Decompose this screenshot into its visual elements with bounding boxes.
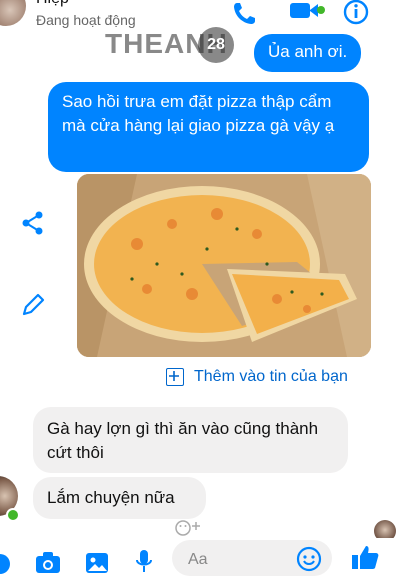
add-to-story-button[interactable]: Thêm vào tin của bạn xyxy=(166,368,348,386)
contact-name[interactable]: Hiệp xyxy=(36,0,69,8)
plus-icon xyxy=(166,368,184,386)
more-icon[interactable] xyxy=(0,548,12,581)
sent-message[interactable]: Ủa anh ơi. xyxy=(254,34,362,72)
gallery-icon[interactable] xyxy=(84,550,110,579)
received-message[interactable]: Gà hay lợn gì thì ăn vào cũng thành cứt … xyxy=(33,407,348,473)
received-message[interactable]: Lắm chuyện nữa xyxy=(33,477,206,519)
phone-icon[interactable] xyxy=(230,0,258,28)
online-indicator xyxy=(6,508,20,522)
message-input[interactable]: Aa xyxy=(172,540,332,576)
info-icon[interactable] xyxy=(342,0,370,28)
add-to-story-label: Thêm vào tin của bạn xyxy=(194,368,348,385)
share-icon[interactable] xyxy=(20,210,46,236)
pizza-photo[interactable] xyxy=(77,174,371,357)
video-icon[interactable] xyxy=(288,0,328,28)
microphone-icon[interactable] xyxy=(134,548,154,579)
like-icon[interactable] xyxy=(350,544,380,575)
contact-avatar[interactable] xyxy=(0,0,26,26)
edit-icon[interactable] xyxy=(20,292,46,318)
sent-message[interactable]: Sao hồi trưa em đặt pizza thập cẩm mà cử… xyxy=(48,82,369,172)
watermark-badge: 28 xyxy=(198,27,234,63)
message-input-placeholder: Aa xyxy=(188,551,208,568)
composer-toolbar: Aa xyxy=(0,538,400,576)
emoji-icon[interactable] xyxy=(296,546,322,577)
active-status: Đang hoạt động xyxy=(36,12,136,28)
camera-icon[interactable] xyxy=(34,550,62,579)
